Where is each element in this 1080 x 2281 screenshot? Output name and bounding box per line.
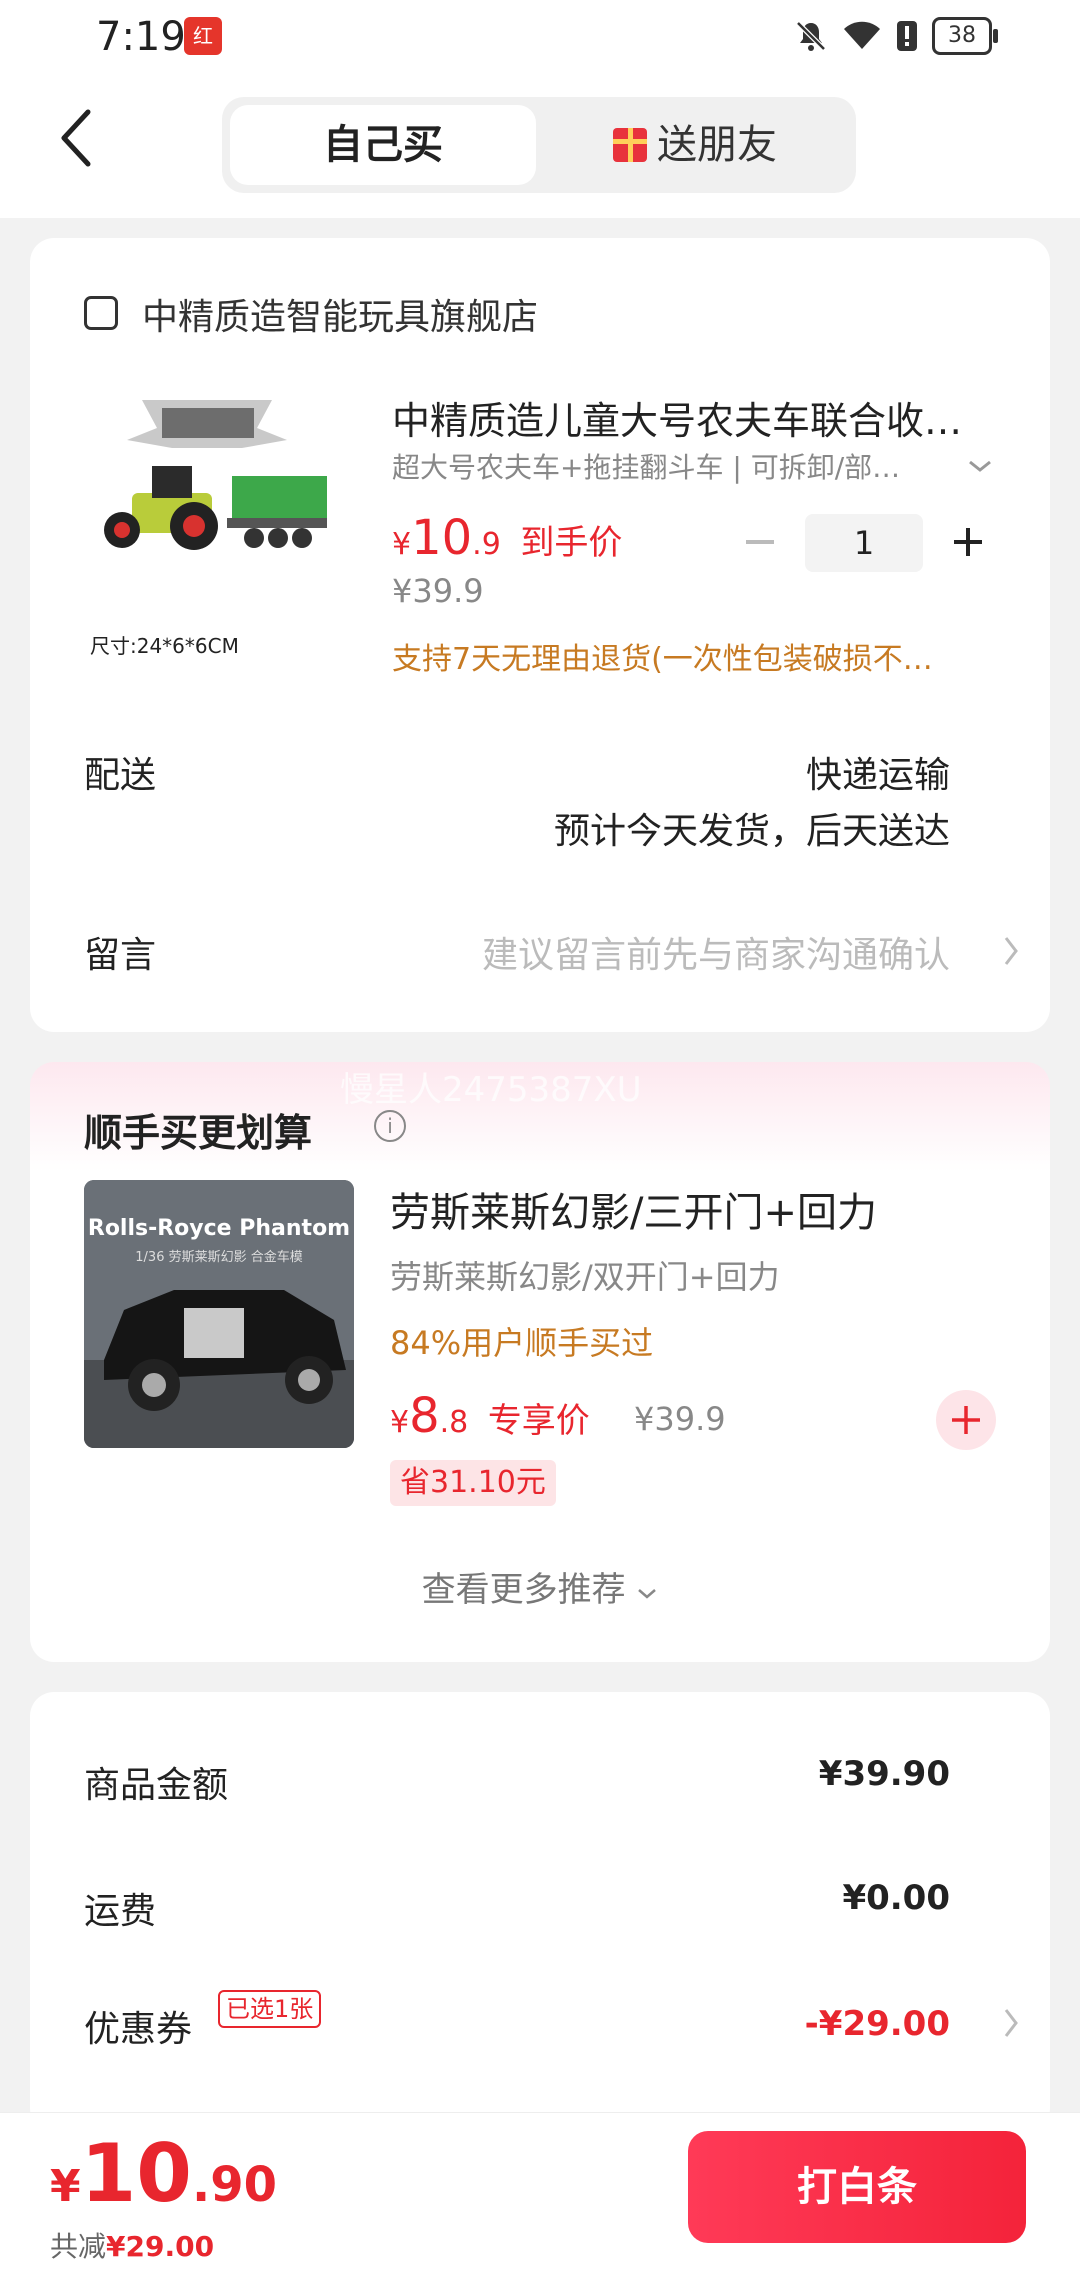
add-to-order-button[interactable] [936,1390,996,1450]
original-price: ¥39.9 [392,572,484,610]
message-input[interactable]: 建议留言前先与商家沟通确认 [482,926,950,978]
status-icons: 38 [794,14,998,58]
status-time: 7:19 [96,14,186,60]
delivery-eta: 预计今天发货，后天送达 [553,811,950,852]
savings-badge: 省31.10元 [390,1460,556,1506]
recommendation-title: 顺手买更划算 [84,1111,313,1155]
tab-buy-for-self[interactable]: 自己买 [230,105,536,185]
return-policy[interactable]: 支持7天无理由退货(一次性包装破损不… [392,634,1012,678]
quantity-input[interactable]: 1 [805,514,923,572]
spec-chevron-down-icon[interactable] [966,456,994,476]
battery-icon: 38 [932,17,998,55]
total-price: ¥10.90 [50,2127,277,2220]
quantity-plus-button[interactable] [950,524,986,560]
coupon-value[interactable]: -¥29.00 [805,2004,950,2044]
price-summary-card: 商品金额 ¥39.90 运费 ¥0.00 优惠券 已选1张 -¥29.00 [30,1692,1050,2132]
wifi-icon [844,21,880,49]
product-price: ¥10.9 到手价 [392,510,623,566]
goods-amount-value: ¥39.90 [818,1754,950,1794]
delivery-label: 配送 [84,755,157,796]
product-spec[interactable]: 超大号农夫车+拖挂翻斗车 | 可拆卸/部… [392,446,932,486]
pay-button[interactable]: 打白条 [688,2131,1026,2243]
tab-send-to-friend[interactable]: 送朋友 [542,105,848,185]
back-arrow-icon[interactable] [58,108,98,168]
checkout-bar: ¥10.90 共减¥29.00 打白条 [0,2112,1080,2281]
shipping-fee-label: 运费 [84,1891,157,1932]
chevron-down-icon [638,1589,657,1599]
tab-send-to-friend-label: 送朋友 [657,122,777,168]
watermark-text: 慢星人2475387XU [340,1070,642,1110]
coupon-chevron-right-icon[interactable] [1002,2006,1020,2040]
message-chevron-right-icon[interactable] [1002,934,1020,968]
recommended-item-price: ¥8.8 专享价 [390,1388,590,1444]
recommended-item-stat: 84%用户顺手买过 [390,1324,654,1362]
gift-icon [613,128,647,162]
goods-amount-label: 商品金额 [84,1765,229,1806]
store-icon [84,296,118,330]
image-subtitle-text: 1/36 劳斯莱斯幻影 合金车模 [135,1250,303,1265]
store-name[interactable]: 中精质造智能玩具旗舰店 [142,288,538,340]
product-title[interactable]: 中精质造儿童大号农夫车联合收… [392,390,992,445]
recommended-item-variant[interactable]: 劳斯莱斯幻影/双开门+回力 [390,1252,780,1298]
recommended-original-price: ¥39.9 [634,1400,726,1438]
product-image[interactable] [82,388,332,588]
info-icon[interactable]: i [374,1110,406,1142]
exclusive-price-tag: 专享价 [487,1401,590,1441]
mute-bell-icon [796,21,826,51]
alert-icon [897,21,917,51]
total-savings: 共减¥29.00 [50,2230,215,2263]
delivery-method[interactable]: 快递运输 [806,746,950,798]
purchase-mode-toggle: 自己买 送朋友 [222,97,856,193]
image-title-text: Rolls-Royce Phantom [87,1216,351,1241]
coupon-label: 优惠券 [84,2009,193,2050]
recommendation-card: 慢星人2475387XU 顺手买更划算 i Rolls-Royce Phanto… [30,1062,1050,1662]
quantity-minus-button[interactable] [742,524,778,560]
price-tag: 到手价 [520,523,623,563]
shipping-fee-value: ¥0.00 [842,1878,950,1918]
recommended-product-image[interactable]: Rolls-Royce Phantom 1/36 劳斯莱斯幻影 合金车模 [84,1180,354,1448]
order-card: 中精质造智能玩具旗舰店 尺寸:24*6*6CM 中精质造儿童大号农夫车联合收… … [30,238,1050,1032]
view-more-recommendations-link[interactable]: 查看更多推荐 [30,1562,1050,1611]
message-label: 留言 [84,935,157,976]
coupon-selected-badge: 已选1张 [218,1990,322,2028]
recommended-item-title[interactable]: 劳斯莱斯幻影/三开门+回力 [390,1180,877,1238]
notification-app-icon: 红 [184,17,222,55]
product-image-caption: 尺寸:24*6*6CM [90,634,239,658]
top-bar: 7:19 红 38 自己买 送朋友 [0,0,1080,218]
